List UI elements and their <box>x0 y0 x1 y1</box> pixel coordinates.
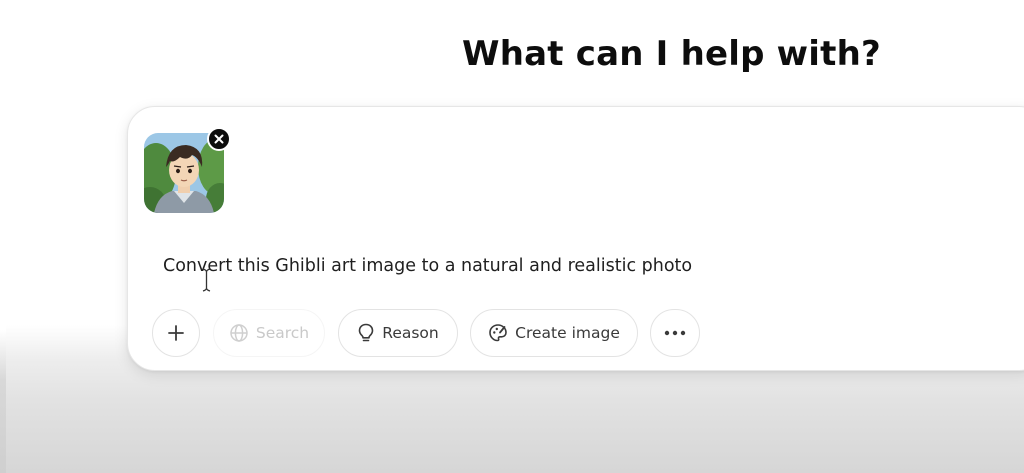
prompt-input[interactable]: Convert this Ghibli art image to a natur… <box>163 256 692 276</box>
create-image-button-label: Create image <box>515 324 620 342</box>
search-button[interactable]: Search <box>213 309 325 357</box>
plus-icon <box>168 325 184 341</box>
text-cursor-icon <box>202 268 211 292</box>
globe-icon <box>229 323 249 343</box>
reason-button[interactable]: Reason <box>338 309 458 357</box>
lightbulb-icon <box>357 323 375 343</box>
attach-button[interactable] <box>152 309 200 357</box>
reason-button-label: Reason <box>382 324 439 342</box>
search-button-label: Search <box>255 324 310 342</box>
more-tools-button[interactable] <box>650 309 700 357</box>
remove-attachment-button[interactable] <box>207 127 231 151</box>
close-icon <box>214 134 224 144</box>
page-title: What can I help with? <box>462 34 881 74</box>
ellipsis-icon <box>664 330 686 336</box>
create-image-button[interactable]: Create image <box>470 309 638 357</box>
page-edge <box>0 0 6 473</box>
palette-icon <box>488 323 508 343</box>
